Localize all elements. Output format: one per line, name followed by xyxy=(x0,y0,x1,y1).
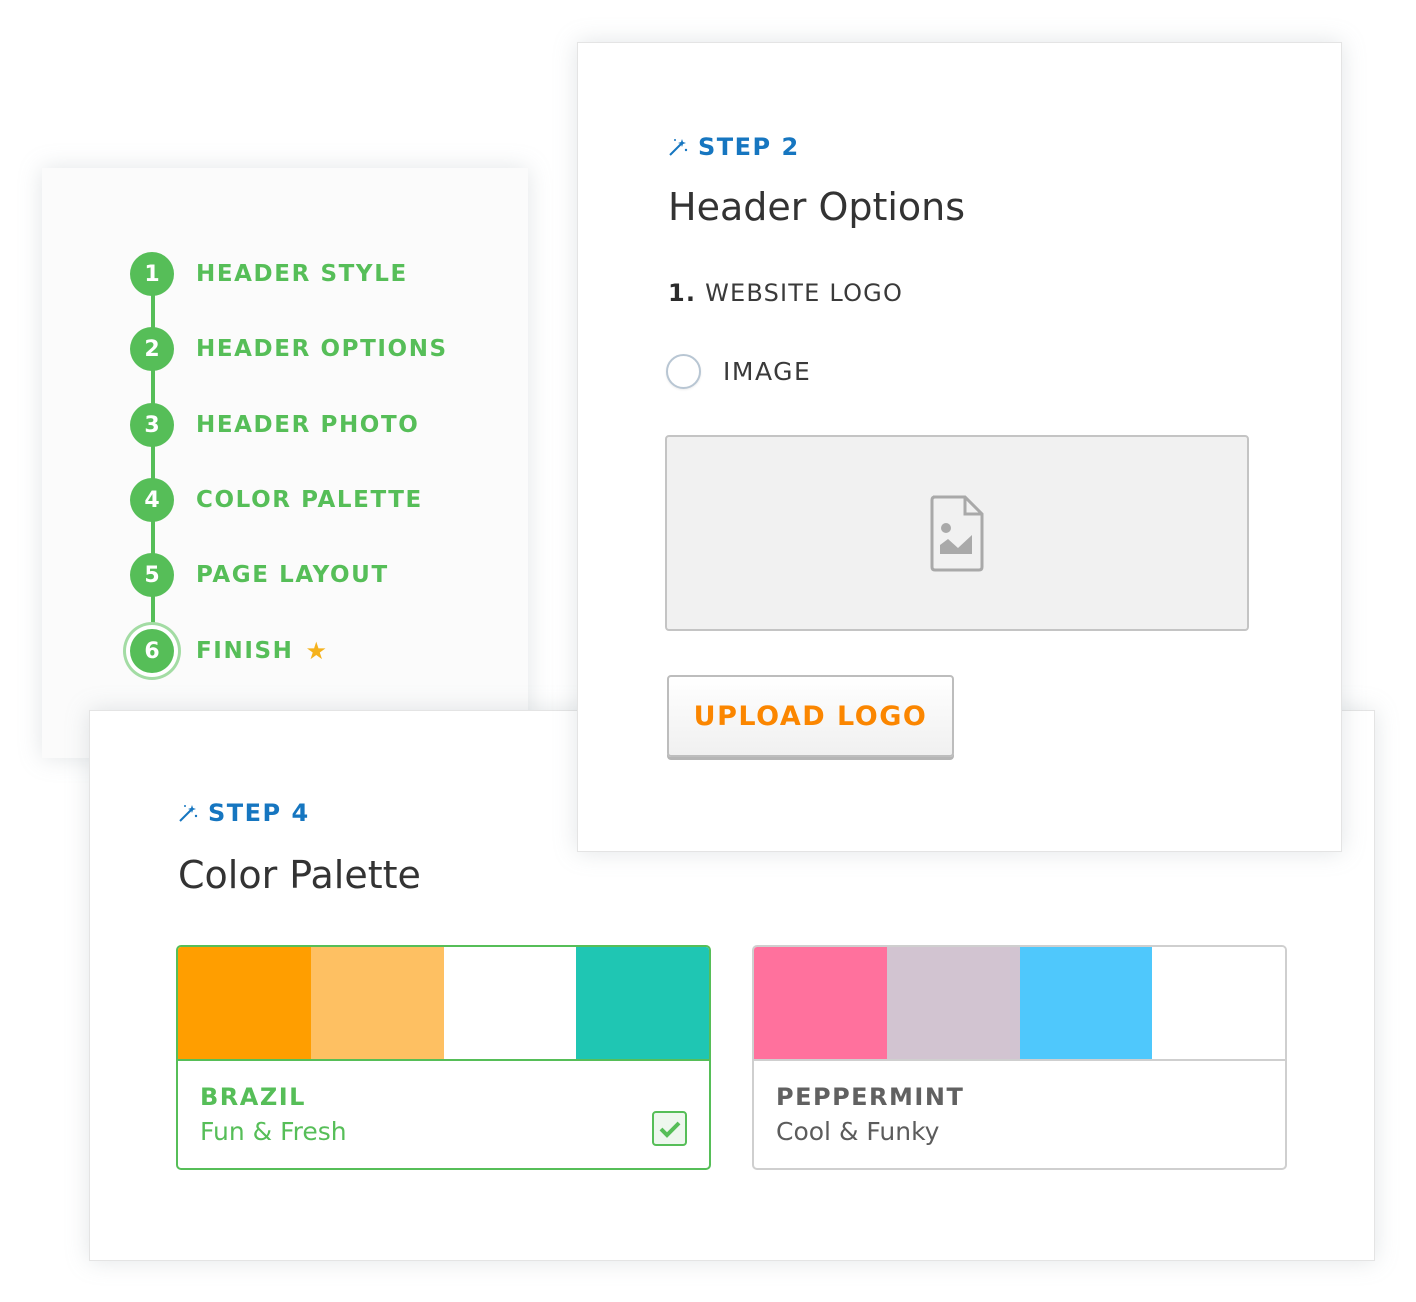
step-number-badge: 1 xyxy=(130,252,174,296)
color-swatch xyxy=(310,947,444,1059)
palette-swatches xyxy=(754,947,1285,1059)
palette-info: PEPPERMINT Cool & Funky xyxy=(754,1059,1285,1168)
palette-name: PEPPERMINT xyxy=(776,1083,965,1111)
step-number-badge: 4 xyxy=(130,478,174,522)
step-tag: STEP 4 xyxy=(178,799,310,827)
step-tag: STEP 2 xyxy=(668,133,800,161)
step-item-header-options[interactable]: 2 HEADER OPTIONS xyxy=(130,327,490,371)
step-item-header-photo[interactable]: 3 HEADER PHOTO xyxy=(130,403,490,447)
upload-logo-button[interactable]: UPLOAD LOGO xyxy=(667,675,954,757)
color-swatch xyxy=(1152,947,1285,1059)
website-logo-label: 1. WEBSITE LOGO xyxy=(668,279,903,307)
image-radio-button[interactable] xyxy=(666,354,701,389)
color-swatch xyxy=(178,947,311,1059)
palette-option-brazil[interactable]: BRAZIL Fun & Fresh xyxy=(176,945,711,1170)
step-label: FINISH xyxy=(196,638,294,664)
header-options-panel: STEP 2 Header Options 1. WEBSITE LOGO IM… xyxy=(577,42,1342,852)
step-number-badge: 2 xyxy=(130,327,174,371)
color-swatch xyxy=(576,947,709,1059)
radio-label: IMAGE xyxy=(723,357,812,386)
step-tag-label: STEP 4 xyxy=(208,799,310,827)
logo-dropzone[interactable] xyxy=(665,435,1249,631)
step-number-badge: 3 xyxy=(130,403,174,447)
step-label: COLOR PALETTE xyxy=(196,487,423,513)
magic-wand-icon xyxy=(179,805,198,822)
star-icon: ★ xyxy=(305,637,328,665)
step-label: PAGE LAYOUT xyxy=(196,562,389,588)
palette-swatches xyxy=(178,947,709,1059)
palette-description: Cool & Funky xyxy=(776,1117,940,1146)
color-swatch xyxy=(443,947,577,1059)
step-item-header-style[interactable]: 1 HEADER STYLE xyxy=(130,252,490,296)
step-label: HEADER OPTIONS xyxy=(196,336,448,362)
image-file-icon xyxy=(930,495,984,572)
checkmark-icon xyxy=(659,1121,680,1138)
steps-panel: 1 HEADER STYLE 2 HEADER OPTIONS 3 HEADER… xyxy=(42,168,528,758)
section-number: 1. xyxy=(668,279,697,307)
section-title: Header Options xyxy=(668,185,966,229)
palette-description: Fun & Fresh xyxy=(200,1117,347,1146)
step-label: HEADER PHOTO xyxy=(196,412,420,438)
step-item-page-layout[interactable]: 5 PAGE LAYOUT xyxy=(130,553,490,597)
color-swatch xyxy=(754,947,887,1059)
palette-name: BRAZIL xyxy=(200,1083,306,1111)
step-number-badge: 5 xyxy=(130,553,174,597)
step-tag-label: STEP 2 xyxy=(698,133,800,161)
palette-selected-checkbox[interactable] xyxy=(652,1111,687,1146)
magic-wand-icon xyxy=(669,139,688,156)
color-swatch xyxy=(886,947,1020,1059)
section-title: Color Palette xyxy=(178,853,421,897)
step-item-color-palette[interactable]: 4 COLOR PALETTE xyxy=(130,478,490,522)
palette-info: BRAZIL Fun & Fresh xyxy=(178,1059,709,1168)
step-item-finish[interactable]: 6 FINISH ★ xyxy=(130,629,490,673)
section-label-text: WEBSITE LOGO xyxy=(705,279,904,307)
step-number-badge-active: 6 xyxy=(130,629,174,673)
color-swatch xyxy=(1019,947,1153,1059)
palette-option-peppermint[interactable]: PEPPERMINT Cool & Funky xyxy=(752,945,1287,1170)
image-radio-option[interactable]: IMAGE xyxy=(666,354,811,389)
step-label: HEADER STYLE xyxy=(196,261,408,287)
